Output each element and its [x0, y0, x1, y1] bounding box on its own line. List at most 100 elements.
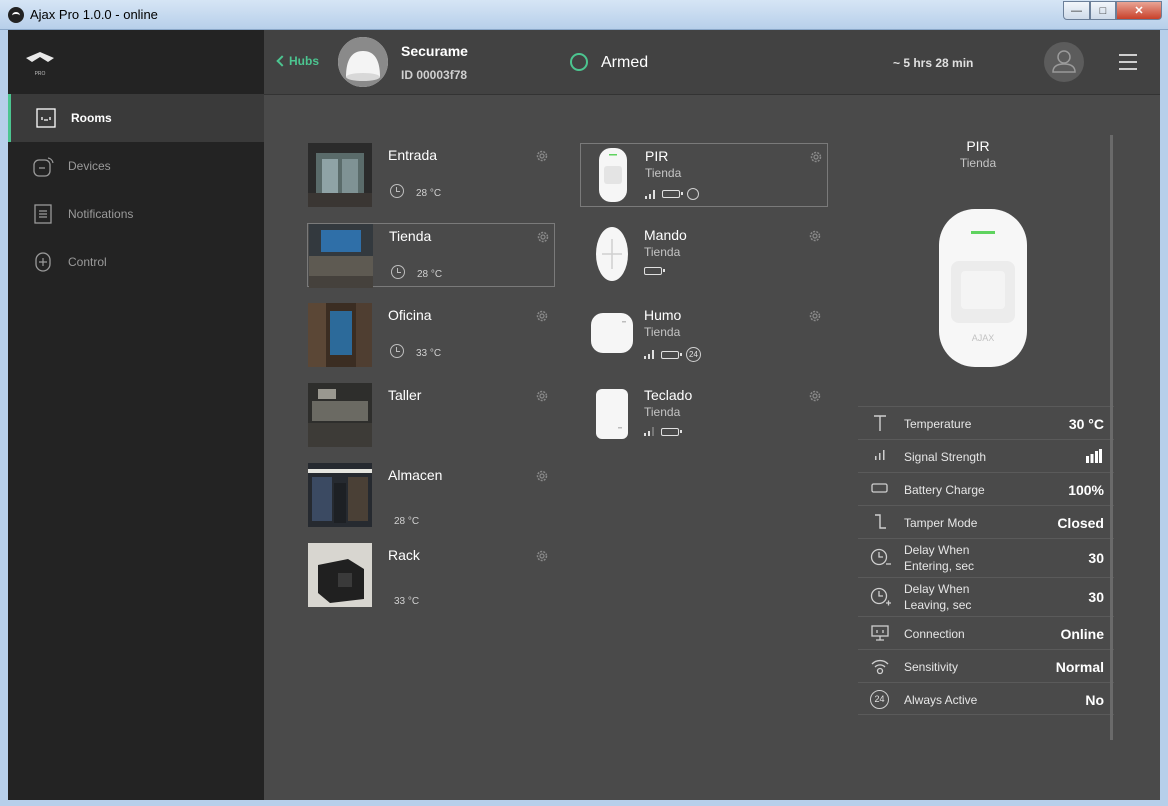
- device-name: Teclado: [644, 387, 693, 403]
- property-row: Sensitivity Normal: [858, 649, 1114, 682]
- gear-icon[interactable]: [535, 149, 549, 163]
- room-photo: [309, 224, 373, 288]
- signal-strength-icon: [644, 350, 654, 359]
- signal-strength-icon: [644, 427, 654, 436]
- app-icon: [8, 7, 24, 23]
- window-frame-bottom: [0, 800, 1168, 806]
- room-name: Almacen: [388, 467, 443, 483]
- property-value: No: [1085, 692, 1104, 708]
- property-label: Always Active: [904, 693, 978, 707]
- window-controls: — □ ✕: [1063, 1, 1162, 20]
- device-name: Humo: [644, 307, 682, 323]
- room-name: Rack: [388, 547, 420, 563]
- room-name: Taller: [388, 387, 422, 403]
- gear-icon[interactable]: [808, 309, 822, 323]
- hub-name: Securame: [401, 43, 468, 59]
- device-status-icons: 24: [644, 347, 701, 362]
- motion-detector-icon: [599, 148, 627, 202]
- property-label: Delay When Entering, sec: [904, 543, 975, 573]
- property-row: Delay When Leaving, sec 30: [858, 577, 1114, 616]
- connection-icon: [870, 624, 890, 644]
- window-titlebar: Ajax Pro 1.0.0 - online — □ ✕: [0, 0, 1168, 30]
- device-status-icons: [644, 427, 682, 436]
- gear-icon[interactable]: [809, 150, 823, 164]
- security-status[interactable]: Armed: [601, 54, 648, 72]
- logo-text: PRO: [35, 71, 46, 77]
- room-temperature: 28 °C: [416, 188, 442, 199]
- gear-icon[interactable]: [808, 229, 822, 243]
- window-title: Ajax Pro 1.0.0 - online: [30, 7, 158, 22]
- property-value: 30 °C: [1068, 416, 1104, 432]
- room-item[interactable]: Almacen 28 °C: [307, 463, 555, 527]
- room-item[interactable]: Rack 33 °C: [307, 543, 555, 607]
- maximize-button[interactable]: □: [1090, 1, 1116, 20]
- property-label: Battery Charge: [904, 483, 985, 497]
- back-label: Hubs: [289, 54, 319, 68]
- room-photo: [308, 303, 372, 367]
- device-name: PIR: [645, 148, 669, 164]
- sidebar-item-notifications[interactable]: Notifications: [8, 190, 264, 238]
- hub-id: ID 00003f78: [401, 68, 468, 82]
- battery-icon: [661, 427, 682, 436]
- room-item[interactable]: Oficina 33 °C: [307, 303, 555, 367]
- tamper-icon: [870, 513, 890, 533]
- app-root: PRO Rooms Devices Notifications Control …: [8, 30, 1160, 800]
- minimize-button[interactable]: —: [1063, 1, 1090, 20]
- property-row: Signal Strength: [858, 439, 1114, 472]
- room-temperature: 33 °C: [416, 348, 442, 359]
- property-row: Temperature 30 °C: [858, 406, 1114, 439]
- device-item[interactable]: Humo Tienda 24: [580, 303, 828, 367]
- signal-strength-icon: [645, 189, 655, 199]
- battery-icon: [870, 480, 890, 500]
- gear-icon[interactable]: [808, 389, 822, 403]
- control-icon: [33, 252, 53, 272]
- property-value: Online: [1060, 626, 1104, 642]
- gear-icon[interactable]: [535, 309, 549, 323]
- temperature-icon: [870, 414, 890, 434]
- device-item[interactable]: Teclado Tienda: [580, 383, 828, 447]
- battery-icon: [661, 350, 682, 359]
- property-label: Connection: [904, 627, 965, 641]
- property-row: Connection Online: [858, 616, 1114, 649]
- rooms-icon: [36, 108, 56, 128]
- hub-avatar[interactable]: [338, 37, 388, 87]
- sidebar-item-label: Devices: [68, 159, 111, 173]
- thermometer-clock-icon: [390, 344, 404, 358]
- room-item[interactable]: Taller: [307, 383, 555, 447]
- always-active-icon: 24: [870, 690, 890, 710]
- smoke-detector-icon: [591, 313, 633, 353]
- battery-icon: [662, 190, 683, 198]
- sidebar-item-devices[interactable]: Devices: [8, 142, 264, 190]
- room-photo: [308, 463, 372, 527]
- sidebar-item-rooms[interactable]: Rooms: [8, 94, 264, 142]
- sidebar-item-control[interactable]: Control: [8, 238, 264, 286]
- motion-detector-image: AJAX: [939, 209, 1027, 367]
- property-value: Closed: [1057, 515, 1104, 531]
- property-label: Delay When Leaving, sec: [904, 582, 972, 612]
- gear-icon[interactable]: [535, 469, 549, 483]
- gear-icon[interactable]: [535, 549, 549, 563]
- sidebar: PRO Rooms Devices Notifications Control: [8, 30, 264, 800]
- room-item[interactable]: Tienda 28 °C: [307, 223, 555, 288]
- gear-icon[interactable]: [535, 389, 549, 403]
- room-item[interactable]: Entrada 28 °C: [307, 143, 555, 207]
- hamburger-menu-icon[interactable]: [1119, 54, 1137, 70]
- property-value: 30: [1088, 589, 1104, 605]
- gear-icon[interactable]: [536, 230, 550, 244]
- property-label: Sensitivity: [904, 660, 959, 674]
- property-row: Battery Charge 100%: [858, 472, 1114, 505]
- close-button[interactable]: ✕: [1116, 1, 1162, 20]
- room-temperature: 33 °C: [394, 596, 420, 607]
- user-avatar[interactable]: [1044, 42, 1084, 82]
- detail-scrollbar[interactable]: [1110, 135, 1113, 740]
- property-row: Tamper Mode Closed: [858, 505, 1114, 538]
- property-row: 24 Always Active No: [858, 682, 1114, 715]
- room-photo: [308, 543, 372, 607]
- always-active-icon: 24: [686, 347, 701, 362]
- property-label: Signal Strength: [904, 450, 987, 464]
- device-item[interactable]: Mando Tienda: [580, 223, 828, 287]
- device-item[interactable]: PIR Tienda: [580, 143, 828, 207]
- back-to-hubs-button[interactable]: Hubs: [276, 54, 319, 68]
- property-value: Normal: [1055, 659, 1104, 675]
- room-name: Oficina: [388, 307, 432, 323]
